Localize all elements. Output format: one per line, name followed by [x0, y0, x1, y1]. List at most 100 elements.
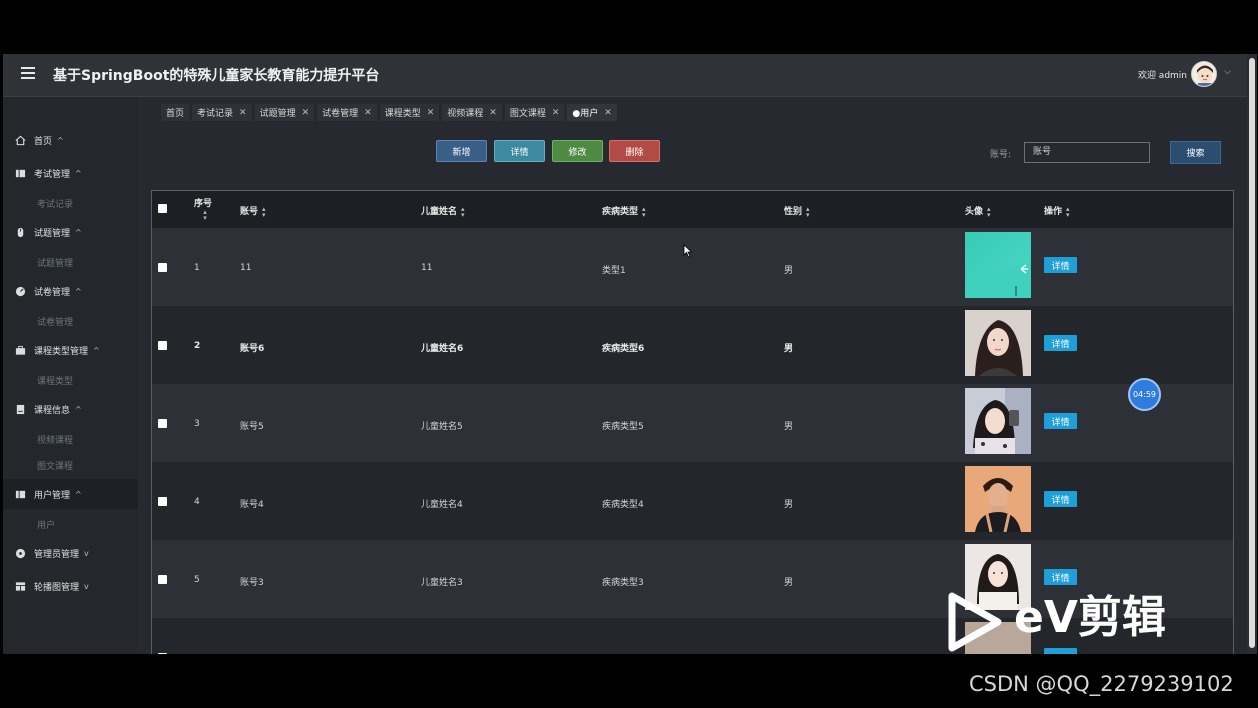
sidebar-item-home[interactable]: 首页 ^: [3, 127, 138, 153]
avatar-image[interactable]: [965, 388, 1031, 454]
cell-gender: 男: [784, 500, 794, 510]
close-icon[interactable]: ✕: [552, 108, 560, 118]
detail-button[interactable]: 详情: [494, 140, 545, 162]
sidebar-subitem-text-course[interactable]: 图文课程: [37, 459, 73, 472]
row-checkbox[interactable]: [158, 497, 167, 506]
sidebar: 首页 ^ 考试管理 ^ 考试记录 试题管理 ^ 试题管理 试卷管理 ^ 试卷管理 课程类…: [3, 97, 138, 654]
sidebar-subitem-users[interactable]: 用户: [37, 518, 55, 531]
cell-no: 1: [194, 263, 200, 273]
row-detail-button[interactable]: 详情: [1044, 491, 1077, 507]
edit-button[interactable]: 修改: [552, 140, 603, 162]
cell-child-name: 儿童姓名6: [421, 344, 464, 354]
close-icon[interactable]: ✕: [489, 108, 497, 118]
mouse-icon: [17, 227, 24, 237]
chevron-down-icon[interactable]: ⌵: [1224, 67, 1231, 77]
cell-gender: 男: [784, 578, 794, 588]
table-row[interactable]: 3 账号5 儿童姓名5 疾病类型5 男 详情: [152, 384, 1233, 462]
user-avatar[interactable]: [1191, 61, 1217, 87]
row-checkbox[interactable]: [158, 653, 167, 654]
cell-account: 账号3: [240, 578, 264, 588]
column-header-avatar[interactable]: 头像 ▴ ▾: [965, 204, 991, 218]
table-row[interactable]: 2 账号6 儿童姓名6 疾病类型6 男 详情: [152, 306, 1233, 384]
sidebar-item-label: 用户管理: [34, 490, 71, 501]
cell-no: 2: [194, 341, 201, 351]
sidebar-item-course-info[interactable]: 课程信息 ^: [3, 396, 138, 422]
sidebar-subitem-course-type[interactable]: 课程类型: [37, 374, 73, 387]
home-icon: [15, 135, 26, 145]
sidebar-item-questions[interactable]: 试题管理 ^: [3, 219, 138, 245]
row-detail-button[interactable]: 详情: [1044, 335, 1077, 351]
column-header-child-name[interactable]: 儿童姓名 ▴ ▾: [421, 204, 465, 218]
sidebar-item-exam[interactable]: 考试管理 ^: [3, 160, 138, 186]
column-header-action[interactable]: 操作 ▴ ▾: [1044, 204, 1070, 218]
tab-label: 试卷管理: [322, 109, 359, 119]
row-detail-button[interactable]: 详情: [1044, 413, 1077, 429]
sidebar-item-course-type[interactable]: 课程类型管理 ^: [3, 337, 138, 363]
row-checkbox[interactable]: [158, 341, 167, 350]
sidebar-item-label: 课程类型管理: [34, 346, 89, 357]
chevron-up-icon: ^: [93, 345, 100, 355]
cell-child-name: 儿童姓名3: [421, 578, 463, 588]
mouse-cursor-icon: [683, 244, 693, 258]
cell-disease-type: 疾病类型3: [602, 578, 644, 588]
header-label: 账号: [240, 207, 259, 217]
sidebar-item-label: 管理员管理: [34, 549, 80, 560]
close-icon[interactable]: ✕: [302, 108, 310, 118]
scrollbar[interactable]: [1247, 54, 1257, 654]
column-header-no[interactable]: 序号 ▴ ▾: [194, 196, 212, 222]
close-icon[interactable]: ✕: [427, 108, 435, 118]
sidebar-subitem-questions[interactable]: 试题管理: [37, 256, 73, 269]
sidebar-subitem-exam-record[interactable]: 考试记录: [37, 197, 73, 210]
tab-papers[interactable]: 试卷管理 ✕: [317, 104, 377, 121]
tab-course-type[interactable]: 课程类型 ✕: [379, 104, 440, 121]
search-button[interactable]: 搜索: [1170, 141, 1221, 164]
avatar-image[interactable]: [965, 466, 1031, 532]
sidebar-subitem-papers[interactable]: 试卷管理: [37, 315, 73, 328]
app-window: 基于SpringBoot的特殊儿童家长教育能力提升平台 欢迎 admin ⌵ 首…: [3, 54, 1257, 654]
close-icon[interactable]: ✕: [364, 108, 372, 118]
close-icon[interactable]: ✕: [604, 108, 612, 118]
table-row[interactable]: 4 账号4 儿童姓名4 疾病类型4 男 详情: [152, 462, 1233, 540]
row-detail-button[interactable]: 详情: [1044, 257, 1077, 273]
sidebar-item-carousel[interactable]: 轮播图管理 v: [3, 573, 138, 599]
add-button[interactable]: 新增: [436, 140, 487, 162]
row-detail-button[interactable]: 详情: [1044, 569, 1077, 585]
avatar-image[interactable]: [965, 232, 1031, 298]
sidebar-item-users[interactable]: 用户管理 ^: [3, 481, 138, 507]
sort-icon: ▴ ▾: [262, 204, 266, 219]
sidebar-item-admins[interactable]: 管理员管理 v: [3, 540, 138, 566]
tab-home[interactable]: 首页: [161, 104, 190, 121]
recording-timer-badge[interactable]: 04:59: [1128, 378, 1161, 411]
sidebar-item-papers[interactable]: 试卷管理 ^: [3, 278, 138, 304]
row-checkbox[interactable]: [158, 419, 167, 428]
row-checkbox[interactable]: [158, 575, 167, 584]
select-all-checkbox[interactable]: [158, 204, 167, 213]
row-checkbox[interactable]: [158, 263, 167, 272]
chevron-up-icon: ^: [75, 404, 82, 414]
sidebar-item-label: 试卷管理: [34, 287, 71, 298]
header-label: 疾病类型: [602, 207, 639, 217]
top-bar: 基于SpringBoot的特殊儿童家长教育能力提升平台 欢迎 admin ⌵: [3, 54, 1257, 97]
column-header-account[interactable]: 账号 ▴ ▾: [240, 204, 266, 218]
tab-exam-record[interactable]: 考试记录 ✕: [192, 104, 252, 121]
account-search-input[interactable]: 账号: [1024, 142, 1150, 163]
sidebar-subitem-video-course[interactable]: 视频课程: [37, 433, 73, 446]
menu-toggle-icon[interactable]: [21, 67, 35, 81]
column-header-gender[interactable]: 性别 ▴ ▾: [784, 204, 810, 218]
table-row[interactable]: 1 11 11 类型1 男 详情: [152, 228, 1233, 306]
cell-no: 4: [194, 497, 200, 507]
cell-gender: 男: [784, 422, 794, 432]
scrollbar-thumb[interactable]: [1249, 58, 1255, 648]
tab-text-course[interactable]: 图文课程 ✕: [504, 104, 565, 121]
tab-users[interactable]: ●用户 ✕: [567, 104, 617, 121]
chevron-up-icon: ^: [75, 227, 82, 237]
delete-button[interactable]: 删除: [609, 140, 660, 162]
sidebar-item-label: 考试管理: [34, 169, 71, 180]
header-label: 儿童姓名: [421, 207, 458, 217]
tab-video-course[interactable]: 视频课程 ✕: [442, 104, 502, 121]
column-header-disease-type[interactable]: 疾病类型 ▴ ▾: [602, 204, 646, 218]
close-icon[interactable]: ✕: [239, 108, 247, 118]
avatar-image[interactable]: [965, 310, 1031, 376]
tab-questions[interactable]: 试题管理 ✕: [254, 104, 315, 121]
chevron-up-icon: ^: [57, 135, 64, 145]
